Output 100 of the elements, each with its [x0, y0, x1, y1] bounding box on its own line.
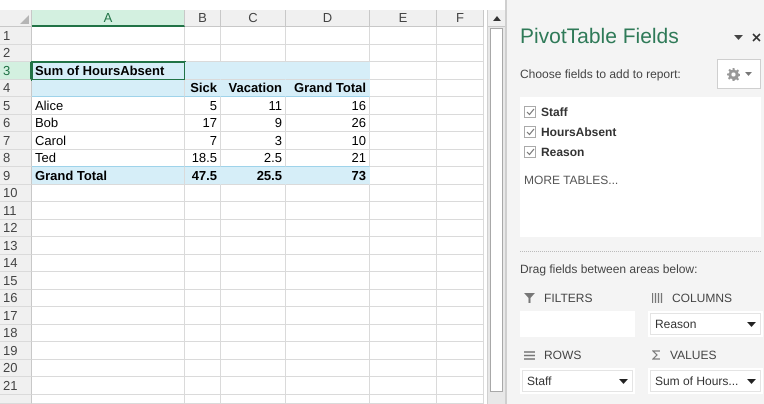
table-cell[interactable]: Vacation	[221, 80, 286, 97]
row-header[interactable]: 18	[0, 324, 32, 342]
dropdown-icon[interactable]	[734, 33, 744, 41]
row-header[interactable]: 12	[0, 220, 32, 237]
empty-cell[interactable]	[370, 254, 437, 272]
empty-cell[interactable]	[437, 360, 484, 377]
empty-cell[interactable]	[185, 324, 221, 342]
more-tables-link[interactable]: MORE TABLES...	[524, 171, 618, 189]
empty-cell[interactable]	[221, 290, 286, 307]
empty-cell[interactable]	[437, 220, 484, 237]
table-cell[interactable]: Sum of HoursAbsent	[32, 62, 185, 80]
empty-cell[interactable]	[185, 202, 221, 220]
field-chip[interactable]: Sum of Hours...	[650, 370, 761, 392]
row-header[interactable]: 10	[0, 184, 32, 202]
field-name[interactable]: Reason	[541, 143, 584, 161]
empty-cell[interactable]	[370, 97, 437, 114]
empty-cell[interactable]	[286, 202, 370, 220]
empty-cell[interactable]	[437, 27, 484, 44]
field-name[interactable]: Staff	[541, 103, 568, 121]
empty-cell[interactable]	[437, 132, 484, 150]
empty-cell[interactable]	[437, 272, 484, 290]
column-header[interactable]: D	[286, 10, 370, 27]
empty-cell[interactable]	[185, 394, 221, 404]
table-cell[interactable]: Bob	[32, 114, 185, 132]
row-header[interactable]: 19	[0, 342, 32, 360]
column-header[interactable]: A	[32, 10, 185, 27]
row-header[interactable]: 8	[0, 150, 32, 167]
empty-cell[interactable]	[370, 220, 437, 237]
empty-cell[interactable]	[221, 360, 286, 377]
empty-cell[interactable]	[437, 184, 484, 202]
empty-cell[interactable]	[370, 290, 437, 307]
empty-cell[interactable]	[185, 27, 221, 44]
empty-cell[interactable]	[370, 377, 437, 394]
empty-cell[interactable]	[437, 114, 484, 132]
empty-cell[interactable]	[370, 27, 437, 44]
empty-cell[interactable]	[286, 254, 370, 272]
table-cell[interactable]: 17	[185, 114, 221, 132]
row-header[interactable]: 7	[0, 132, 32, 150]
empty-cell[interactable]	[286, 377, 370, 394]
empty-cell[interactable]	[370, 324, 437, 342]
empty-cell[interactable]	[437, 150, 484, 167]
empty-cell[interactable]	[286, 324, 370, 342]
field-chip[interactable]: Reason	[650, 313, 761, 335]
empty-cell[interactable]	[221, 342, 286, 360]
column-header[interactable]: B	[185, 10, 221, 27]
empty-cell[interactable]	[286, 272, 370, 290]
checkbox[interactable]	[524, 106, 536, 118]
empty-cell[interactable]	[185, 254, 221, 272]
vertical-scrollbar[interactable]	[487, 10, 505, 404]
row-header[interactable]: 1	[0, 27, 32, 44]
empty-cell[interactable]	[437, 202, 484, 220]
empty-cell[interactable]	[286, 220, 370, 237]
empty-cell[interactable]	[221, 394, 286, 404]
row-header[interactable]: 3	[0, 62, 32, 80]
empty-cell[interactable]	[185, 290, 221, 307]
empty-cell[interactable]	[221, 202, 286, 220]
scroll-thumb[interactable]	[490, 28, 503, 392]
empty-cell[interactable]	[221, 324, 286, 342]
empty-cell[interactable]	[370, 184, 437, 202]
table-cell[interactable]: 11	[221, 97, 286, 114]
row-header[interactable]: 17	[0, 307, 32, 324]
empty-cell[interactable]	[286, 307, 370, 324]
empty-cell[interactable]	[185, 184, 221, 202]
empty-cell[interactable]	[185, 360, 221, 377]
select-all-corner[interactable]	[0, 10, 32, 27]
table-cell[interactable]: Carol	[32, 132, 185, 150]
column-header[interactable]: F	[437, 10, 484, 27]
empty-cell[interactable]	[286, 394, 370, 404]
empty-cell[interactable]	[437, 324, 484, 342]
column-header[interactable]: E	[370, 10, 437, 27]
row-header[interactable]: 5	[0, 97, 32, 114]
checkbox[interactable]	[524, 126, 536, 138]
empty-cell[interactable]	[437, 167, 484, 184]
empty-cell[interactable]	[221, 377, 286, 394]
empty-cell[interactable]	[221, 272, 286, 290]
empty-cell[interactable]	[370, 394, 437, 404]
row-header[interactable]: 16	[0, 290, 32, 307]
empty-cell[interactable]	[370, 342, 437, 360]
table-cell[interactable]: 25.5	[221, 167, 286, 184]
empty-cell[interactable]	[221, 27, 286, 44]
empty-cell[interactable]	[437, 394, 484, 404]
table-cell[interactable]: 26	[286, 114, 370, 132]
row-header[interactable]: 6	[0, 114, 32, 132]
empty-cell[interactable]	[286, 184, 370, 202]
row-header[interactable]: 14	[0, 254, 32, 272]
table-cell[interactable]: 7	[185, 132, 221, 150]
empty-cell[interactable]	[370, 150, 437, 167]
empty-cell[interactable]	[370, 272, 437, 290]
empty-cell[interactable]	[370, 202, 437, 220]
empty-cell[interactable]	[437, 377, 484, 394]
row-header[interactable]: 13	[0, 237, 32, 254]
empty-cell[interactable]	[185, 272, 221, 290]
empty-cell[interactable]	[221, 254, 286, 272]
table-cell[interactable]: Grand Total	[32, 167, 185, 184]
row-header[interactable]: 20	[0, 360, 32, 377]
empty-cell[interactable]	[185, 342, 221, 360]
empty-cell[interactable]	[286, 342, 370, 360]
empty-cell[interactable]	[437, 307, 484, 324]
table-cell[interactable]: Grand Total	[286, 80, 370, 97]
table-cell[interactable]: 73	[286, 167, 370, 184]
